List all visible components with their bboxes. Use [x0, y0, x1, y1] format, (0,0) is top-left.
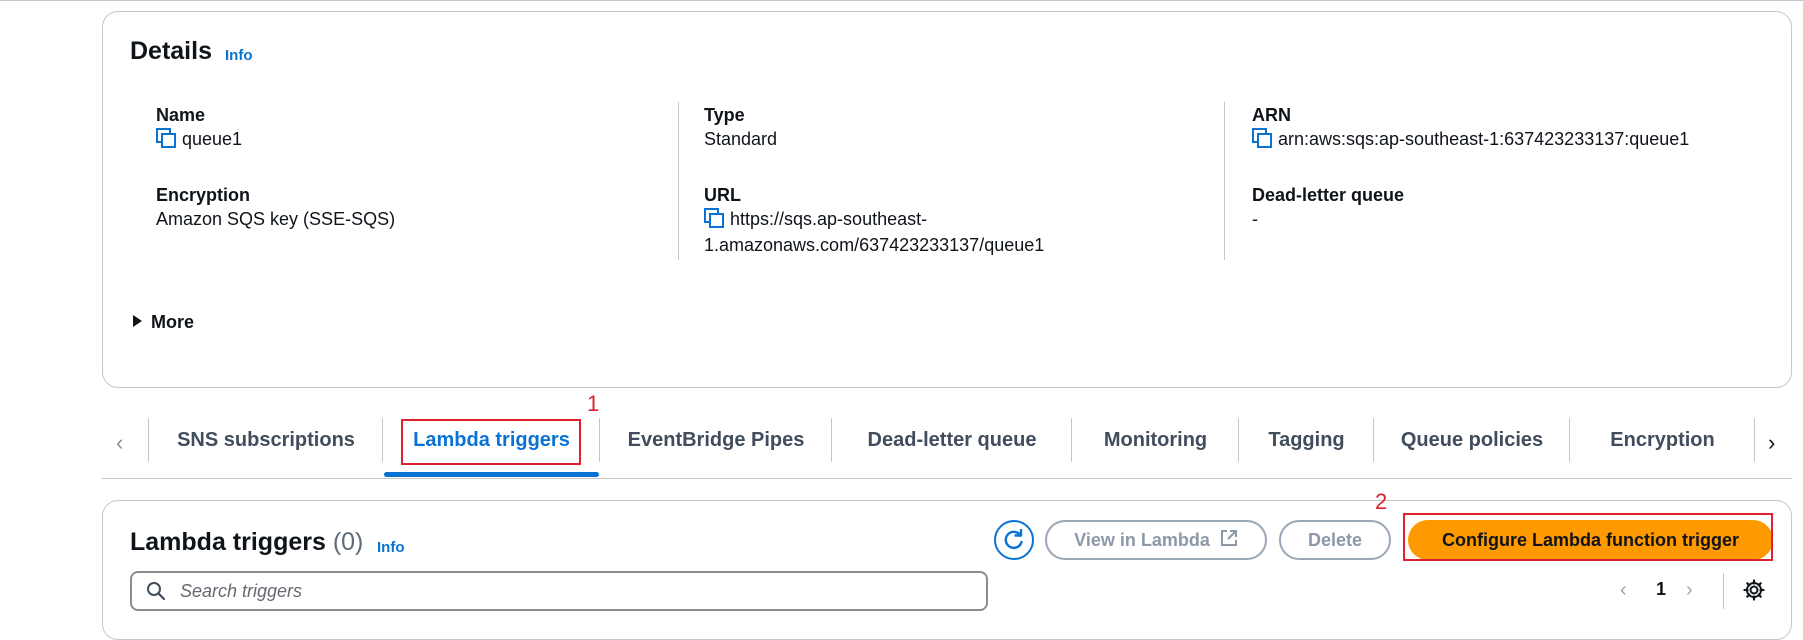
pager-divider: [1723, 573, 1724, 609]
dlq-field: Dead-letter queue -: [1252, 184, 1404, 232]
chevron-right-icon[interactable]: ›: [1768, 430, 1775, 456]
search-placeholder: Search triggers: [180, 581, 303, 601]
tab-monitoring[interactable]: Monitoring: [1073, 422, 1238, 458]
column-divider: [678, 102, 679, 260]
tab-divider: [599, 418, 600, 462]
tab-divider: [1754, 418, 1755, 462]
annotation-number-2: 2: [1375, 489, 1388, 514]
triggers-info-link[interactable]: Info: [377, 539, 405, 556]
highlight-box-1: [401, 419, 581, 465]
encryption-value: Amazon SQS key (SSE-SQS): [156, 209, 396, 229]
view-in-lambda-button[interactable]: View in Lambda: [1045, 520, 1267, 560]
url-field: URL https://sqs.ap-southeast- 1.amazonaw…: [704, 184, 1044, 258]
refresh-icon: [1004, 529, 1023, 549]
details-title: Details: [130, 37, 212, 65]
copy-icon[interactable]: [156, 128, 178, 148]
copy-icon[interactable]: [704, 208, 726, 228]
caret-right-icon: [133, 315, 142, 327]
tab-divider: [1569, 418, 1570, 462]
type-label: Type: [704, 105, 745, 125]
column-divider: [1224, 102, 1225, 260]
arn-label: ARN: [1252, 105, 1291, 125]
type-field: Type Standard: [704, 104, 777, 152]
refresh-button[interactable]: [994, 520, 1034, 560]
tab-divider: [1071, 418, 1072, 462]
more-expander[interactable]: More: [133, 312, 194, 333]
triggers-title: Lambda triggers (0): [130, 528, 364, 556]
more-label: More: [151, 312, 195, 332]
tab-queue-policies[interactable]: Queue policies: [1375, 422, 1569, 458]
details-info-link[interactable]: Info: [225, 47, 253, 64]
tab-divider: [1373, 418, 1374, 462]
annotation-number-1: 1: [587, 391, 600, 416]
chevron-left-icon[interactable]: ‹: [116, 430, 123, 456]
tab-tagging[interactable]: Tagging: [1240, 422, 1373, 458]
url-value-line2: 1.amazonaws.com/637423233137/queue1: [704, 235, 1045, 255]
type-value: Standard: [704, 129, 778, 149]
search-triggers-input[interactable]: Search triggers: [130, 571, 988, 611]
dlq-value: -: [1252, 209, 1258, 229]
tab-divider: [382, 418, 383, 462]
next-page-icon[interactable]: ›: [1686, 579, 1693, 602]
tab-sns-subscriptions[interactable]: SNS subscriptions: [150, 422, 382, 458]
top-divider: [0, 0, 1803, 1]
external-link-icon: [1220, 529, 1238, 552]
search-icon: [146, 581, 166, 606]
arn-field: ARN arn:aws:sqs:ap-southeast-1:637423233…: [1252, 104, 1689, 152]
copy-icon[interactable]: [1252, 128, 1274, 148]
triggers-count: (0): [332, 528, 364, 556]
url-value-line1: https://sqs.ap-southeast-: [730, 209, 928, 229]
tab-eventbridge-pipes[interactable]: EventBridge Pipes: [601, 422, 831, 458]
tab-dead-letter-queue[interactable]: Dead-letter queue: [833, 422, 1071, 458]
url-label: URL: [704, 185, 741, 205]
tab-encryption[interactable]: Encryption: [1571, 422, 1754, 458]
name-value: queue1: [182, 129, 243, 149]
gear-icon[interactable]: [1743, 579, 1765, 606]
page-number[interactable]: 1: [1656, 579, 1666, 600]
encryption-label: Encryption: [156, 185, 251, 205]
tab-divider: [148, 418, 149, 462]
active-tab-indicator: [384, 472, 599, 477]
previous-page-icon[interactable]: ‹: [1620, 579, 1627, 602]
tab-divider: [1238, 418, 1239, 462]
highlight-box-2: [1403, 513, 1773, 561]
dlq-label: Dead-letter queue: [1252, 185, 1405, 205]
name-label: Name: [156, 105, 206, 125]
arn-value: arn:aws:sqs:ap-southeast-1:637423233137:…: [1278, 129, 1690, 149]
delete-button[interactable]: Delete: [1279, 520, 1391, 560]
tab-bar: ‹ SNS subscriptions Lambda triggers Even…: [102, 408, 1792, 479]
tab-divider: [831, 418, 832, 462]
details-panel: Details Info Name queue1 Encryption Amaz…: [102, 11, 1792, 388]
name-field: Name queue1: [156, 104, 242, 152]
encryption-field: Encryption Amazon SQS key (SSE-SQS): [156, 184, 395, 232]
